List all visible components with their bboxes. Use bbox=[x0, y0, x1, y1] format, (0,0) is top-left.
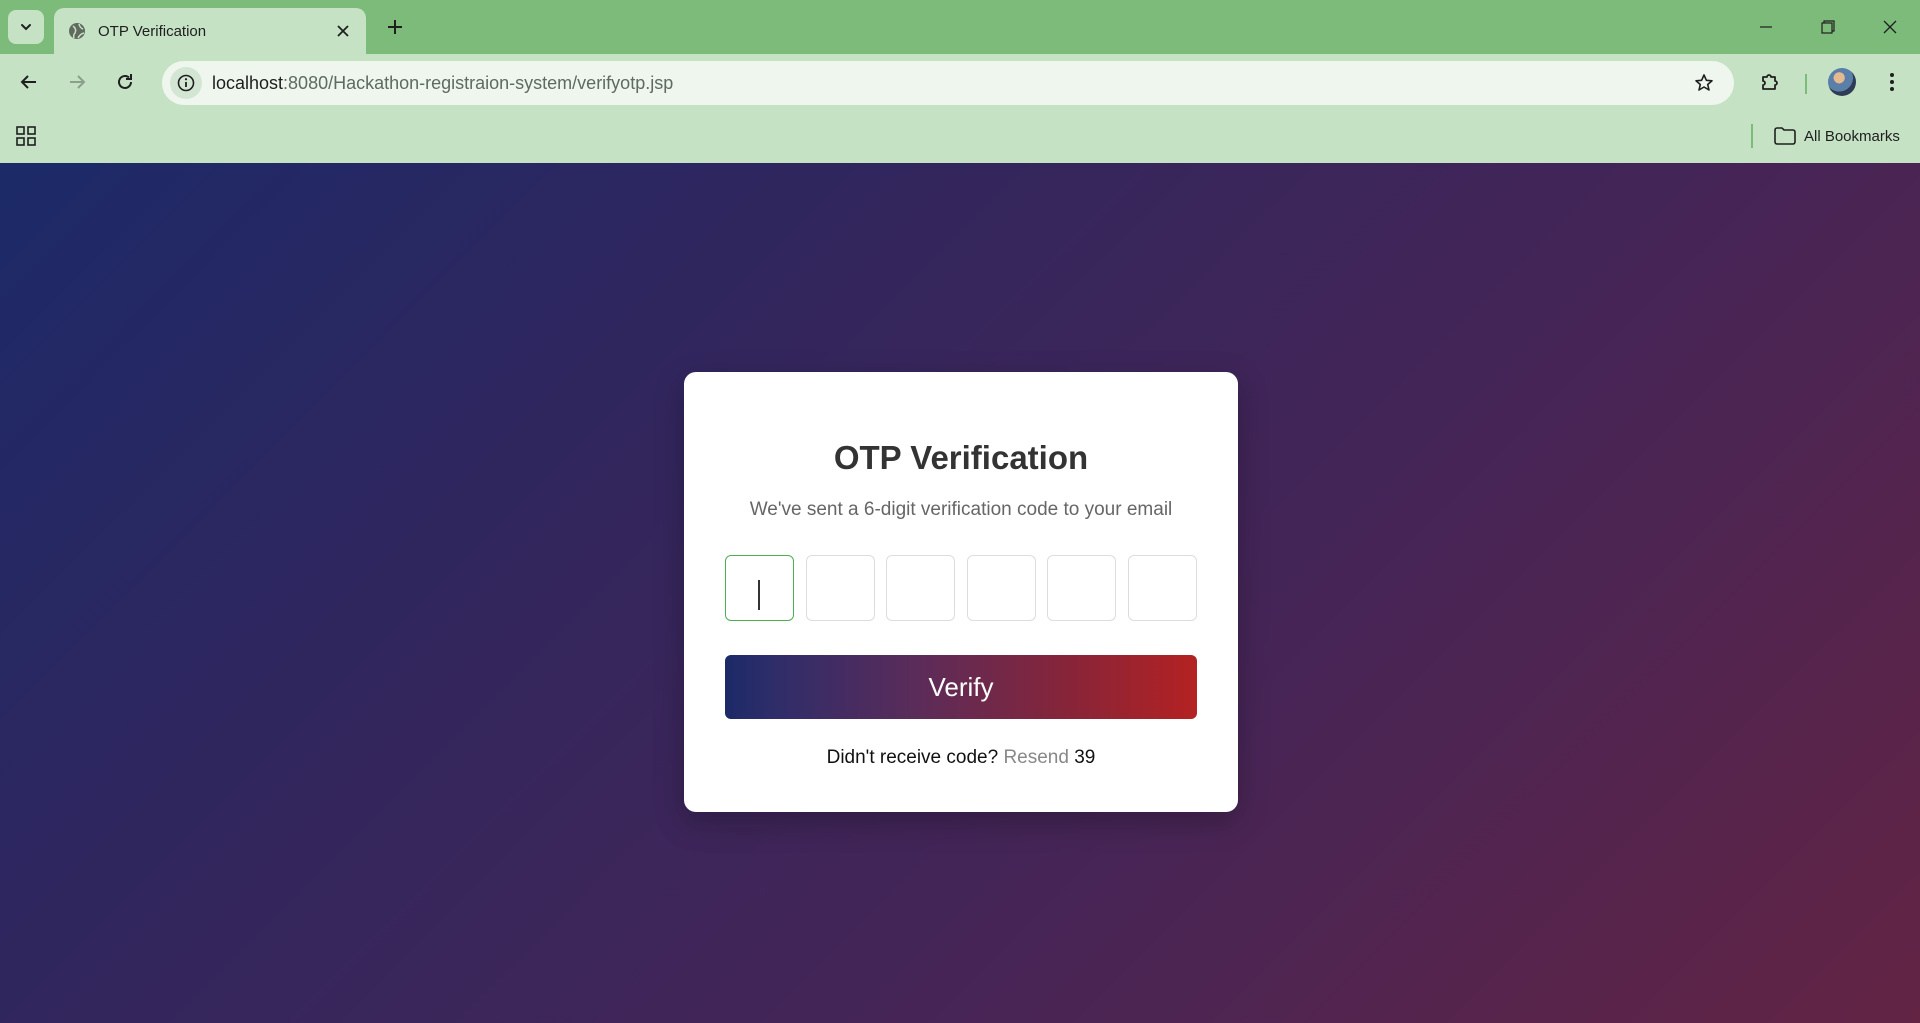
bookmarks-divider bbox=[1751, 124, 1753, 148]
info-icon bbox=[177, 74, 195, 92]
bookmark-star-button[interactable] bbox=[1692, 71, 1716, 95]
page-title: OTP Verification bbox=[833, 439, 1089, 476]
otp-digit-3[interactable] bbox=[886, 555, 956, 621]
otp-digit-2[interactable] bbox=[805, 555, 875, 621]
browser-menu-button[interactable] bbox=[1874, 64, 1910, 100]
tab-title: OTP Verification bbox=[98, 22, 207, 40]
resend-row: Didn't receive code? Resend 39 bbox=[725, 747, 1197, 769]
apps-grid-icon bbox=[16, 126, 36, 146]
extensions-button[interactable] bbox=[1752, 64, 1788, 100]
plus-icon bbox=[388, 20, 402, 34]
toolbar-divider bbox=[1805, 74, 1807, 94]
reload-button[interactable] bbox=[107, 64, 143, 100]
verify-button[interactable]: Verify bbox=[725, 655, 1197, 719]
close-icon bbox=[337, 25, 349, 37]
puzzle-icon bbox=[1762, 74, 1778, 90]
tab-close-button[interactable] bbox=[332, 20, 354, 42]
new-tab-button[interactable] bbox=[380, 12, 410, 42]
back-button[interactable] bbox=[11, 64, 47, 100]
close-icon bbox=[1883, 20, 1897, 34]
otp-digit-5[interactable] bbox=[1047, 555, 1117, 621]
browser-toolbar: localhost:8080/Hackathon-registraion-sys… bbox=[0, 54, 1920, 110]
all-bookmarks-button[interactable]: All Bookmarks bbox=[1774, 123, 1900, 149]
apps-button[interactable] bbox=[14, 124, 38, 148]
restore-icon bbox=[1821, 20, 1835, 34]
reload-icon bbox=[118, 74, 132, 89]
minimize-button[interactable] bbox=[1736, 0, 1796, 54]
forward-button[interactable] bbox=[59, 64, 95, 100]
url-path: :8080/Hackathon-registraion-system/verif… bbox=[283, 72, 674, 93]
tab-search-button[interactable] bbox=[8, 10, 44, 44]
chevron-down-icon bbox=[21, 24, 31, 31]
url-host: localhost bbox=[212, 72, 284, 93]
close-window-button[interactable] bbox=[1860, 0, 1920, 54]
arrow-right-icon bbox=[70, 75, 86, 89]
restore-button[interactable] bbox=[1798, 0, 1858, 54]
bookmarks-bar: All Bookmarks bbox=[0, 110, 1920, 163]
avatar bbox=[1828, 68, 1856, 96]
otp-digit-6[interactable] bbox=[1127, 555, 1197, 621]
globe-icon bbox=[68, 22, 86, 40]
url-text: localhost:8080/Hackathon-registraion-sys… bbox=[212, 73, 673, 94]
otp-digit-4[interactable] bbox=[966, 555, 1036, 621]
browser-tab-active[interactable]: OTP Verification bbox=[54, 8, 366, 54]
kebab-menu-icon bbox=[1890, 73, 1894, 91]
otp-instructions: We've sent a 6-digit verification code t… bbox=[749, 499, 1173, 520]
all-bookmarks-label: All Bookmarks bbox=[1804, 127, 1900, 145]
folder-icon bbox=[1774, 127, 1796, 145]
otp-input-group bbox=[725, 555, 1197, 621]
minimize-icon bbox=[1760, 26, 1772, 28]
otp-card: OTP Verification We've sent a 6-digit ve… bbox=[684, 372, 1238, 812]
resend-countdown: 39 bbox=[1074, 747, 1096, 768]
address-bar[interactable]: localhost:8080/Hackathon-registraion-sys… bbox=[162, 61, 1734, 105]
browser-tab-strip: OTP Verification bbox=[0, 0, 1920, 54]
resend-prompt: Didn't receive code? bbox=[826, 747, 999, 768]
profile-button[interactable] bbox=[1824, 64, 1860, 100]
star-icon bbox=[1695, 74, 1713, 91]
resend-link[interactable]: Resend bbox=[1003, 747, 1069, 768]
site-info-button[interactable] bbox=[170, 67, 202, 99]
page-background: OTP Verification We've sent a 6-digit ve… bbox=[0, 163, 1920, 1023]
text-caret bbox=[758, 580, 760, 610]
arrow-left-icon bbox=[20, 75, 36, 89]
